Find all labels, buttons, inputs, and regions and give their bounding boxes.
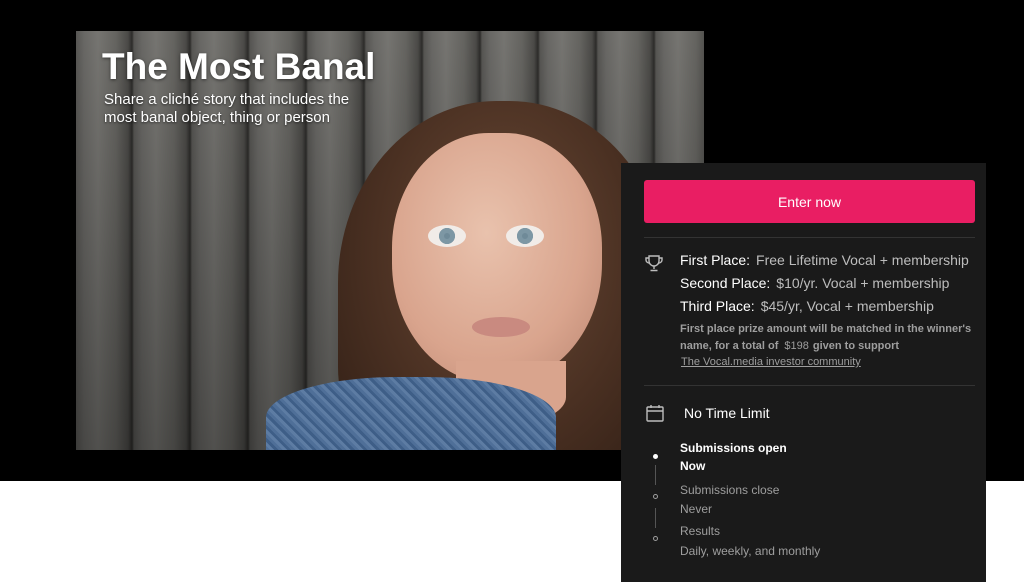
investor-community-link[interactable]: The Vocal.media investor community xyxy=(681,356,861,368)
challenge-info-panel: Enter now First Place: Free Lifetime Voca… xyxy=(621,163,986,582)
timeline-dot xyxy=(653,494,658,499)
prize-label: Third Place: xyxy=(680,298,755,314)
divider xyxy=(644,237,975,238)
prize-label: First Place: xyxy=(680,252,751,268)
prize-value: Free Lifetime Vocal + membership xyxy=(756,252,969,268)
timeline-dot xyxy=(653,536,658,541)
prize-first: First Place: Free Lifetime Vocal + member… xyxy=(680,252,969,268)
prize-label: Second Place: xyxy=(680,275,771,291)
timeline-step-label: Submissions open xyxy=(680,441,787,455)
divider xyxy=(644,385,975,386)
timeline-step-label: Submissions close xyxy=(680,483,780,497)
prize-match-note: First place prize amount will be matched… xyxy=(680,321,980,355)
prize-value: $10/yr. Vocal + membership xyxy=(776,275,950,291)
timeline-connector xyxy=(655,508,656,528)
enter-now-button[interactable]: Enter now xyxy=(644,180,975,223)
prize-total-amount: $198 xyxy=(784,340,809,352)
challenge-subtitle: Share a cliché story that includes the m… xyxy=(104,91,350,126)
prize-third: Third Place: $45/yr, Vocal + membership xyxy=(680,298,934,314)
photo-face xyxy=(392,133,602,383)
photo-shirt xyxy=(266,377,556,450)
trophy-icon xyxy=(645,255,663,272)
prize-second: Second Place: $10/yr. Vocal + membership xyxy=(680,275,949,291)
time-limit-label: No Time Limit xyxy=(684,405,770,421)
timeline-step-value: Daily, weekly, and monthly xyxy=(680,544,821,558)
photo-eye-left xyxy=(428,225,466,247)
prize-note-text-end: given to support xyxy=(812,340,900,352)
challenge-title: The Most Banal xyxy=(102,46,376,87)
photo-eye-right xyxy=(506,225,544,247)
calendar-icon xyxy=(646,405,664,422)
timeline-step-value: Now xyxy=(680,459,706,473)
timeline-dot-active xyxy=(653,454,658,459)
timeline-step-label: Results xyxy=(680,524,721,538)
prize-value: $45/yr, Vocal + membership xyxy=(760,298,934,314)
photo-lips xyxy=(472,317,530,337)
timeline-step-value: Never xyxy=(680,502,713,516)
timeline-connector xyxy=(655,465,656,485)
